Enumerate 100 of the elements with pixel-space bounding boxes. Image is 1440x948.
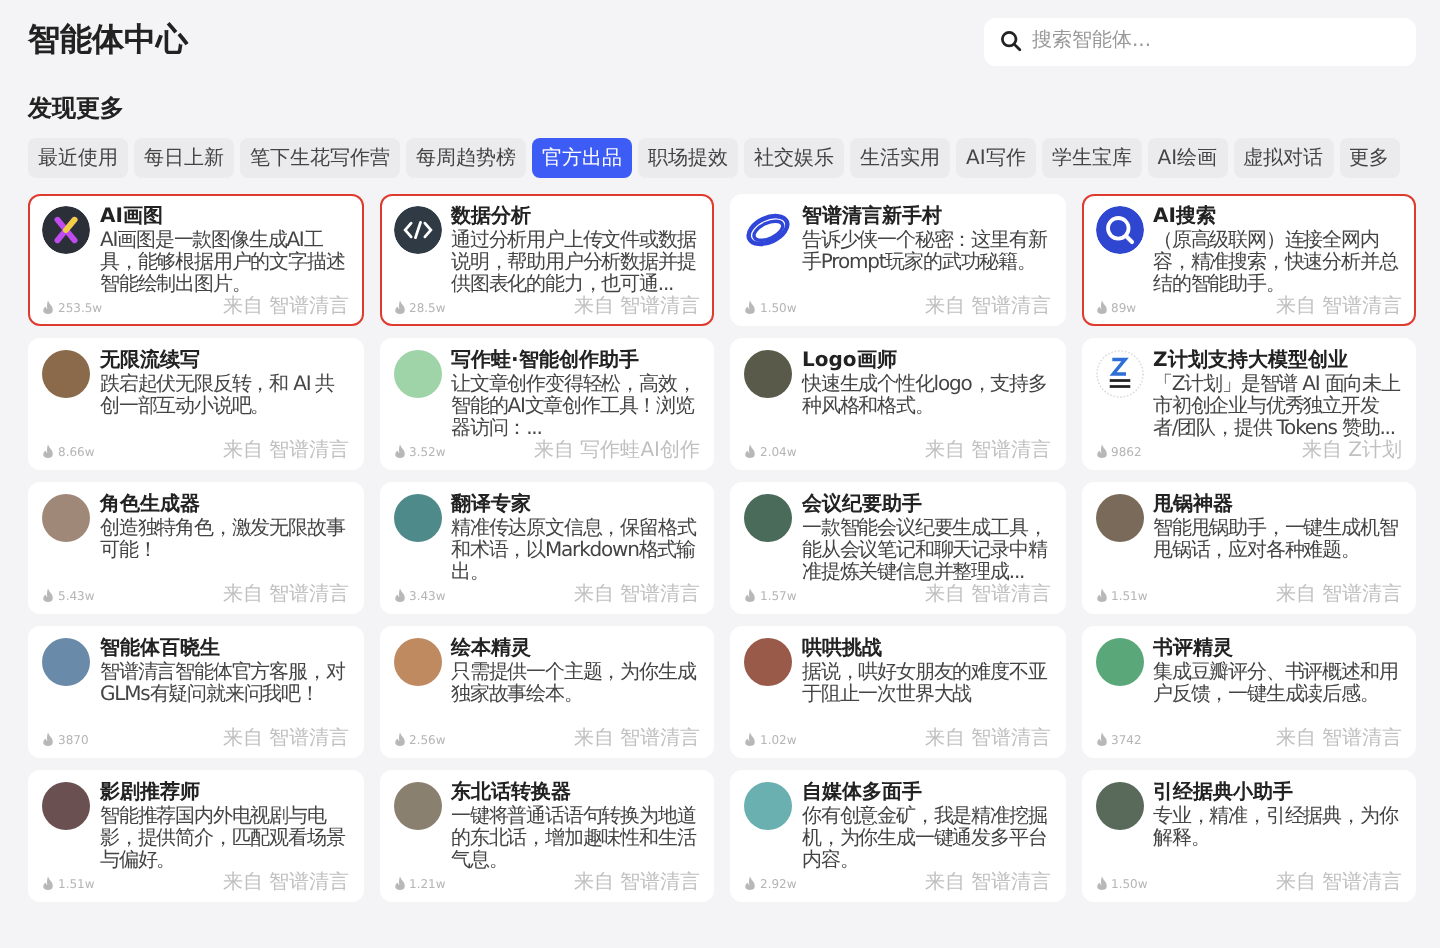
flame-icon — [393, 588, 405, 604]
agent-title: 会议纪要助手 — [802, 494, 924, 517]
source-label: 来自 — [925, 874, 965, 894]
source-label: 来自 — [1302, 442, 1343, 462]
flame-icon — [744, 876, 756, 892]
author-name: 智谱清言 — [269, 442, 349, 462]
flame-icon — [744, 444, 756, 460]
source-label: 来自 — [223, 442, 263, 462]
flame-icon — [1095, 300, 1107, 316]
flame-icon — [42, 588, 54, 604]
agent-title: AI搜索 — [1153, 206, 1218, 229]
source-label: 来自 — [925, 730, 965, 750]
source-label: 来自 — [574, 730, 614, 750]
agent-description: 通过分析用户上传文件或数据说明，帮助用户分析数据并提供图表化的能力，也可通... — [451, 230, 697, 296]
author-name: Z计划 — [1348, 442, 1402, 462]
flame-icon — [42, 444, 54, 460]
agent-title: 智能体百晓生 — [100, 638, 222, 661]
category-tab[interactable]: 虚拟对话 — [1233, 138, 1334, 178]
category-tab[interactable]: 更多 — [1339, 138, 1400, 178]
agent-title: 翻译专家 — [451, 494, 533, 517]
source-label: 来自 — [925, 586, 965, 606]
author-name: 智谱清言 — [971, 730, 1051, 750]
agent-description: 智能推荐国内外电视剧与电影，提供简介，匹配观看场景与偏好。 — [100, 806, 345, 872]
agent-description: 告诉少侠一个秘密：这里有新手Prompt玩家的武功秘籍。 — [802, 230, 1049, 274]
agent-description: （原高级联网）连接全网内容，精准搜索，快速分析并总结的智能助手。 — [1153, 230, 1399, 296]
flame-icon — [393, 300, 405, 316]
source-label: 来自 — [1276, 586, 1316, 606]
author-name: 智谱清言 — [971, 586, 1051, 606]
z-logo-icon — [1095, 350, 1143, 398]
search-field[interactable]: 搜索智能体... — [984, 17, 1416, 65]
author-name: 写作蛙AI创作 — [580, 442, 700, 462]
agent-title: 智谱清言新手村 — [802, 206, 944, 229]
author-name: 智谱清言 — [620, 874, 700, 894]
category-tab[interactable]: 生活实用 — [850, 138, 950, 178]
flame-icon — [1095, 444, 1107, 460]
agent-title: 写作蛙·智能创作助手 — [451, 350, 641, 373]
agent-description: 只需提供一个主题，为你生成独家故事绘本。 — [451, 662, 698, 706]
category-tab[interactable]: 笔下生花写作营 — [240, 138, 400, 178]
agent-title: 数据分析 — [451, 206, 533, 229]
agent-title: 甩锅神器 — [1153, 494, 1235, 517]
author-name: 智谱清言 — [620, 730, 700, 750]
agent-title: 绘本精灵 — [451, 638, 533, 662]
x-logo-icon — [42, 206, 90, 254]
flame-icon — [393, 444, 405, 460]
page-title: 智能体中心 — [28, 19, 188, 61]
agent-title: 东北话转换器 — [451, 782, 573, 805]
author-name: 智谱清言 — [1322, 298, 1402, 318]
category-tab[interactable]: 官方出品 — [532, 138, 632, 178]
agent-title: 引经据典小助手 — [1153, 782, 1295, 805]
agent-title: Z计划支持大模型创业 — [1153, 350, 1350, 373]
flame-icon — [42, 300, 54, 316]
agent-description: 据说，哄好女朋友的难度不亚于阻止一次世界大战 — [802, 662, 1050, 706]
category-tab[interactable]: 每周趋势榜 — [406, 138, 526, 178]
agent-title: 无限流续写 — [100, 350, 202, 373]
category-tab[interactable]: 学生宝库 — [1041, 138, 1142, 178]
source-label: 来自 — [223, 730, 263, 750]
agent-title: Logo画师 — [802, 350, 899, 373]
source-label: 来自 — [1276, 298, 1316, 318]
source-label: 来自 — [223, 298, 263, 318]
source-label: 来自 — [574, 586, 614, 606]
author-name: 智谱清言 — [1322, 586, 1402, 606]
agent-description: 让文章创作变得轻松，高效，智能的AI文章创作工具！浏览器访问：... — [451, 374, 698, 440]
agent-description: 你有创意金矿，我是精准挖掘机，为你生成一键通发多平台内容。 — [802, 806, 1047, 872]
category-tab[interactable]: 职场提效 — [638, 138, 738, 178]
flame-icon — [744, 732, 756, 748]
flame-icon — [42, 876, 54, 892]
source-label: 来自 — [534, 442, 575, 462]
author-name: 智谱清言 — [971, 874, 1051, 894]
source-label: 来自 — [574, 874, 614, 894]
flame-icon — [393, 732, 405, 748]
flame-icon — [42, 732, 54, 748]
flame-icon — [744, 588, 756, 604]
category-tab[interactable]: AI绘画 — [1147, 138, 1228, 178]
agent-description: 智能甩锅助手，一键生成机智甩锅话，应对各种难题。 — [1153, 518, 1400, 562]
agent-description: 快速生成个性化logo，支持多种风格和格式。 — [802, 374, 1049, 418]
author-name: 智谱清言 — [1322, 730, 1402, 750]
agent-description: 跌宕起伏无限反转，和 AI 共创一部互动小说吧。 — [100, 374, 337, 418]
category-tab[interactable]: 每日上新 — [134, 138, 234, 178]
agent-title: 自媒体多面手 — [802, 782, 924, 805]
agent-title: 角色生成器 — [100, 494, 202, 517]
author-name: 智谱清言 — [269, 298, 349, 318]
author-name: 智谱清言 — [269, 730, 349, 750]
agent-title: 书评精灵 — [1153, 638, 1235, 661]
category-tab[interactable]: AI写作 — [956, 138, 1036, 178]
flame-icon — [1095, 732, 1107, 748]
code-icon — [393, 206, 441, 254]
agent-description: 专业，精准，引经据典，为你解释。 — [1153, 806, 1401, 850]
author-name: 智谱清言 — [971, 442, 1051, 462]
agent-title: AI画图 — [100, 206, 165, 230]
source-label: 来自 — [223, 586, 263, 606]
source-label: 来自 — [925, 442, 965, 462]
flame-icon — [1095, 876, 1107, 892]
category-tab[interactable]: 社交娱乐 — [744, 138, 844, 178]
source-label: 来自 — [1276, 874, 1316, 894]
section-title: 发现更多 — [28, 92, 126, 126]
author-name: 智谱清言 — [269, 874, 349, 894]
agent-title: 哄哄挑战 — [802, 638, 884, 661]
agent-description: 创造独特角色，激发无限故事可能！ — [100, 518, 347, 562]
author-name: 智谱清言 — [1322, 874, 1402, 894]
category-tab[interactable]: 最近使用 — [28, 138, 128, 178]
